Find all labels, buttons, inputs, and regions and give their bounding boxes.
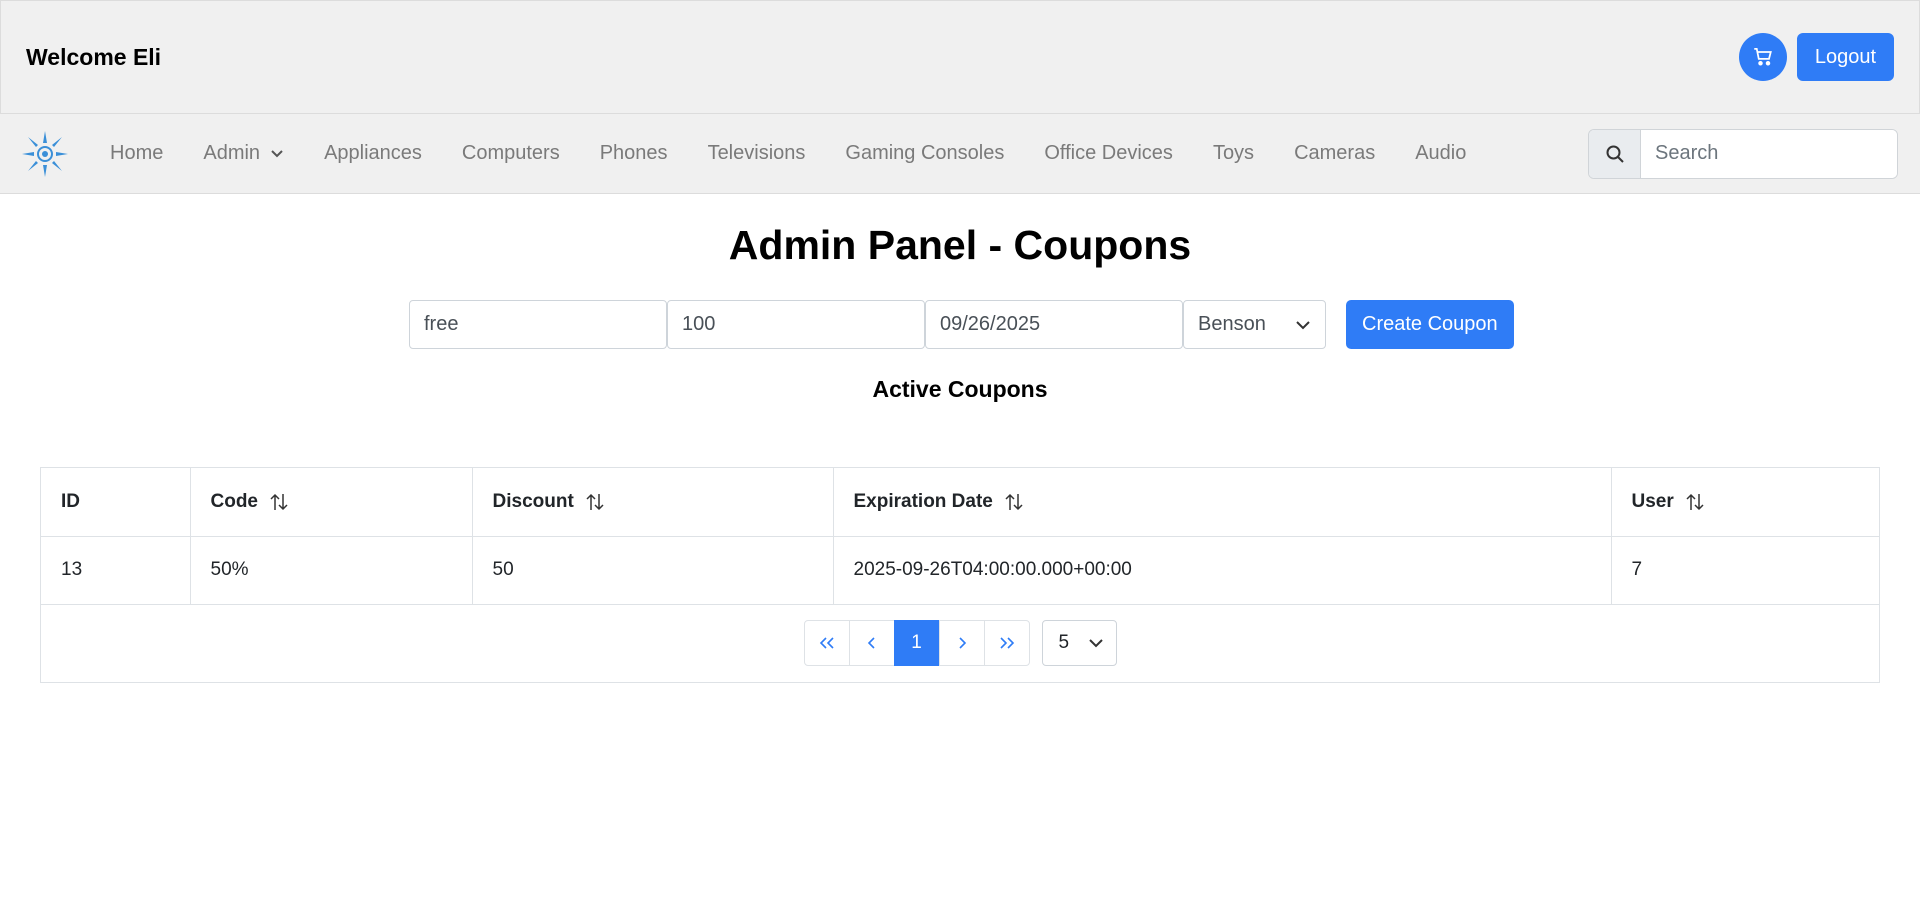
nav-item-audio[interactable]: Audio bbox=[1395, 142, 1486, 165]
chevron-left-icon bbox=[867, 637, 875, 649]
coupons-table: ID Code Discount Expiration Date User 13… bbox=[41, 468, 1879, 605]
next-page-button[interactable] bbox=[938, 620, 985, 666]
sort-icon bbox=[1005, 493, 1023, 510]
nav-item-appliances[interactable]: Appliances bbox=[304, 142, 442, 165]
user-select[interactable]: Benson bbox=[1183, 300, 1326, 349]
nav-item-admin[interactable]: Admin bbox=[183, 142, 304, 165]
page-button-1[interactable]: 1 bbox=[893, 620, 940, 666]
cart-button[interactable] bbox=[1738, 33, 1787, 81]
page-title: Admin Panel - Coupons bbox=[728, 222, 1192, 268]
welcome-text: Welcome Eli bbox=[26, 43, 162, 70]
section-heading: Active Coupons bbox=[872, 376, 1048, 402]
main-navbar: Home Admin Appliances Computers Phones T… bbox=[0, 114, 1920, 194]
cell-expiration-date: 2025-09-26T04:00:00.000+00:00 bbox=[833, 536, 1612, 605]
search-icon bbox=[1606, 145, 1624, 163]
search-group bbox=[1588, 128, 1898, 179]
nav-item-cameras[interactable]: Cameras bbox=[1274, 142, 1395, 165]
logout-button[interactable]: Logout bbox=[1796, 33, 1894, 81]
chevron-down-icon bbox=[1296, 320, 1310, 329]
column-header-id: ID bbox=[41, 468, 191, 537]
chevron-down-icon bbox=[271, 149, 283, 157]
create-coupon-form: Benson Create Coupon bbox=[409, 300, 1514, 349]
cart-icon bbox=[1754, 48, 1772, 66]
page-size-select[interactable]: 5 bbox=[1041, 620, 1117, 666]
top-header: Welcome Eli Logout bbox=[0, 0, 1920, 114]
header-actions: Logout bbox=[1738, 33, 1894, 81]
nav-item-toys[interactable]: Toys bbox=[1193, 142, 1274, 165]
table-row: 13 50% 50 2025-09-26T04:00:00.000+00:00 … bbox=[41, 536, 1879, 605]
nav-menu: Home Admin Appliances Computers Phones T… bbox=[92, 142, 1588, 165]
nav-item-office-devices[interactable]: Office Devices bbox=[1024, 142, 1193, 165]
double-chevron-right-icon bbox=[999, 637, 1014, 649]
search-button[interactable] bbox=[1589, 129, 1641, 178]
coupons-table-container: ID Code Discount Expiration Date User 13… bbox=[40, 467, 1880, 683]
chevron-down-icon bbox=[1088, 639, 1103, 648]
nav-item-phones[interactable]: Phones bbox=[580, 142, 688, 165]
search-input[interactable] bbox=[1641, 129, 1897, 178]
pagination: 1 bbox=[803, 620, 1030, 666]
discount-input[interactable] bbox=[667, 300, 925, 349]
cell-user: 7 bbox=[1611, 536, 1879, 605]
nav-item-home[interactable]: Home bbox=[92, 142, 183, 165]
cell-id: 13 bbox=[41, 536, 191, 605]
coupon-code-input[interactable] bbox=[409, 300, 667, 349]
column-header-code[interactable]: Code bbox=[190, 468, 473, 537]
sort-icon bbox=[270, 493, 288, 510]
nav-item-televisions[interactable]: Televisions bbox=[688, 142, 826, 165]
column-header-expiration-date[interactable]: Expiration Date bbox=[833, 468, 1612, 537]
sort-icon bbox=[1686, 493, 1704, 510]
sort-icon bbox=[586, 493, 604, 510]
brand-logo-icon[interactable] bbox=[20, 129, 70, 179]
column-header-user[interactable]: User bbox=[1611, 468, 1879, 537]
pagination-bar: 1 5 bbox=[41, 605, 1879, 682]
column-header-discount[interactable]: Discount bbox=[472, 468, 834, 537]
first-page-button[interactable] bbox=[803, 620, 850, 666]
last-page-button[interactable] bbox=[983, 620, 1030, 666]
table-header-row: ID Code Discount Expiration Date User bbox=[41, 468, 1879, 537]
nav-item-computers[interactable]: Computers bbox=[442, 142, 580, 165]
cell-code: 50% bbox=[190, 536, 473, 605]
prev-page-button[interactable] bbox=[848, 620, 895, 666]
cell-discount: 50 bbox=[472, 536, 834, 605]
nav-item-gaming-consoles[interactable]: Gaming Consoles bbox=[825, 142, 1024, 165]
expiration-date-input[interactable] bbox=[925, 300, 1183, 349]
user-select-value: Benson bbox=[1198, 313, 1266, 335]
page-size-value: 5 bbox=[1058, 632, 1070, 653]
double-chevron-left-icon bbox=[819, 637, 834, 649]
chevron-right-icon bbox=[958, 637, 966, 649]
create-coupon-button[interactable]: Create Coupon bbox=[1346, 300, 1514, 349]
